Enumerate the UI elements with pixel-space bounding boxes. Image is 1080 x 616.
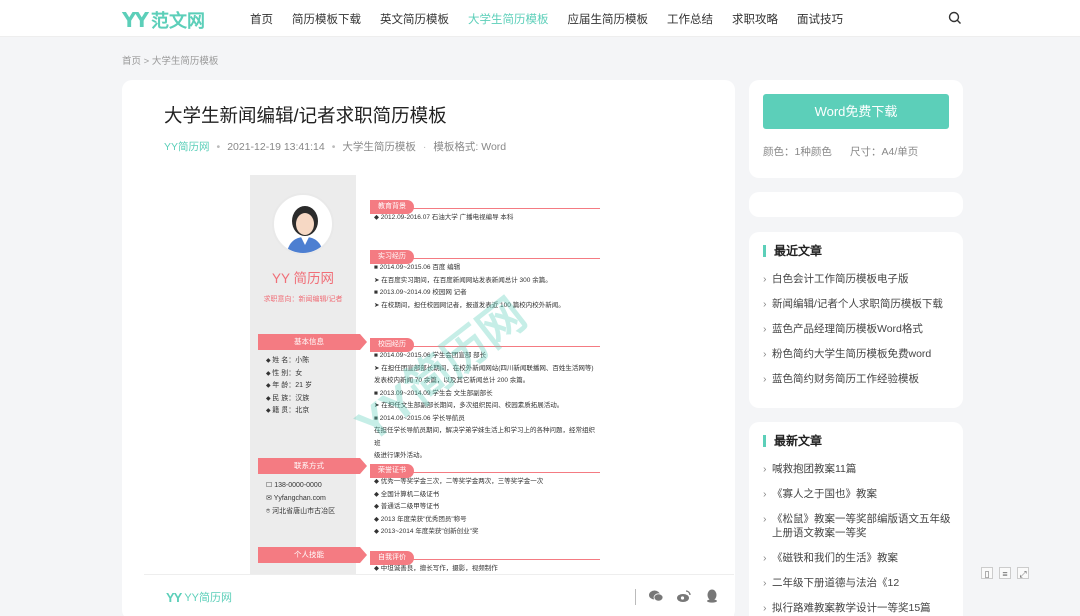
section-line: ◆ 2013 年度荣获"优秀团员"称号	[374, 515, 467, 523]
main-nav: 首页 简历模板下载 英文简历模板 大学生简历模板 应届生简历模板 工作总结 求职…	[250, 0, 862, 37]
latest-articles-card: 最新文章 喊救抱团教案11篇 《寡人之于国也》教案 《松鼠》教案一等奖部编版语文…	[749, 422, 963, 616]
avatar	[272, 193, 334, 255]
section-line: ➤ 在担任团宣部部长期间，在校外新闻网站(四川新闻联播网、百姓生活网等)	[374, 364, 594, 372]
section-line: ◆ 2013~2014 年度荣获"创新创业"奖	[374, 528, 479, 535]
list-item[interactable]: 白色会计工作简历模板电子版	[763, 272, 953, 286]
resume-brand-name: YY 简历网	[271, 271, 334, 286]
resume-label-skills: 个人技能	[258, 547, 367, 563]
meta-site[interactable]: YY简历网	[164, 141, 210, 153]
section-line: 发表校内新闻 70 余篇，以及其它新闻总计 200 余篇。	[374, 377, 530, 384]
divider	[635, 589, 636, 605]
basic-info-line: 籍 贯：北京	[266, 405, 312, 418]
pinyin-icon[interactable]: ≡	[999, 567, 1011, 579]
section-line: 在担任学长导航员期间，解决学弟学妹生活上和学习上的各种问题，经常组织班	[374, 427, 595, 447]
nav-resume-download[interactable]: 简历模板下载	[292, 11, 361, 27]
size-spec: 尺寸：A4/单页	[850, 146, 919, 158]
nav-english-resume[interactable]: 英文简历模板	[380, 11, 449, 27]
section-heading: 实习经历	[370, 250, 414, 264]
word-download-button[interactable]: Word免费下载	[763, 94, 949, 129]
section-heading: 校园经历	[370, 338, 414, 352]
resume-section-campus: 校园经历 ■ 2014.09~2015.06 学生会团宣部 部长 ➤ 在担任团宣…	[370, 333, 600, 463]
list-item[interactable]: 拟行路难教案教学设计一等奖15篇	[763, 601, 953, 615]
breadcrumb[interactable]: 首页 > 大学生简历模板	[122, 53, 218, 67]
logo-mark: YY	[122, 8, 149, 32]
list-item[interactable]: 《松鼠》教案一等奖部编版语文五年级上册语文教案一等奖	[763, 512, 953, 540]
page-icon[interactable]: ▯	[981, 567, 993, 579]
page-title: 大学生新闻编辑/记者求职简历模板	[164, 105, 447, 126]
weibo-icon[interactable]	[676, 588, 692, 604]
bottom-logo-text: YY简历网	[184, 592, 233, 604]
resume-intent: 求职意向：新闻编辑/记者	[263, 296, 343, 303]
nav-job-strategy[interactable]: 求职攻略	[732, 11, 778, 27]
resume-basic-info: 姓 名：小陈 性 别：女 年 龄：21 岁 民 族：汉族 籍 贯：北京	[266, 355, 312, 418]
top-header: YY 范文网 首页 简历模板下载 英文简历模板 大学生简历模板 应届生简历模板 …	[0, 0, 1080, 37]
basic-info-line: 姓 名：小陈	[266, 355, 312, 368]
list-item[interactable]: 蓝色简约财务简历工作经验模板	[763, 372, 953, 386]
bottom-logo[interactable]: YY YY简历网	[166, 589, 232, 605]
section-line: ■ 2013.09~2014.09 学生会 文生部副部长	[374, 389, 493, 397]
resume-section-internship: 实习经历 ■ 2014.09~2015.06 百度 编辑 ➤ 在百度实习期间，在…	[370, 245, 600, 312]
list-item[interactable]: 粉色简约大学生简历模板免费word	[763, 347, 953, 361]
section-heading: 荣誉证书	[370, 464, 414, 478]
color-spec: 颜色：1种颜色	[763, 146, 832, 158]
qq-icon[interactable]	[704, 588, 720, 604]
list-item[interactable]: 《磁铁和我们的生活》教案	[763, 551, 953, 565]
resume-section-certs: 荣誉证书 ◆ 优秀一等奖学金三次，二等奖学金两次，三等奖学金一次 ◆ 全国计算机…	[370, 459, 600, 539]
article-meta: YY简历网 • 2021-12-19 13:41:14 • 大学生简历模板 · 模板格式: …	[164, 141, 507, 153]
section-line: ■ 2013.09~2014.09 校园网 记者	[374, 289, 467, 296]
list-item[interactable]: 新闻编辑/记者个人求职简历模板下载	[763, 297, 953, 311]
list-item[interactable]: 二年级下册道德与法治《12	[763, 576, 953, 590]
contact-email: ✉ Yyfangchan.com	[266, 495, 326, 502]
resume-section-self: 自我评价 ◆ 中坦诚善良，擅长写作，摄影，视频制作	[370, 546, 600, 576]
resume-section-education: 教育背景 ◆ 2012.09-2016.07 石油大学 广播电视编导 本科	[370, 195, 600, 225]
resume-preview: YY 简历网 求职意向：新闻编辑/记者 基本信息 姓 名：小陈 性 别：女 年 …	[250, 175, 600, 616]
section-line: ■ 2014.09~2015.06 学长导航员	[374, 414, 465, 422]
resume-left-column: YY 简历网 求职意向：新闻编辑/记者 基本信息 姓 名：小陈 性 别：女 年 …	[250, 175, 367, 616]
bottom-share-bar: YY YY简历网	[144, 574, 734, 616]
nav-home[interactable]: 首页	[250, 11, 273, 27]
basic-info-line: 民 族：汉族	[266, 393, 312, 406]
floating-tools: ▯ ≡ ⤢	[981, 567, 1035, 579]
resume-label-basic: 基本信息	[258, 334, 367, 350]
latest-articles-title: 最新文章	[763, 435, 822, 447]
section-line: ➤ 在校期间，担任校园网记者，报道发表近 100 篇校内校外新闻。	[374, 301, 565, 309]
bottom-logo-mark: YY	[166, 589, 182, 605]
list-item[interactable]: 《寡人之于国也》教案	[763, 487, 953, 501]
resume-contact: ☐ 138-0000-0000 ✉ Yyfangchan.com ⌾ 河北省唐山…	[266, 479, 335, 518]
section-line: ➤ 在担任文生部副部长期间，多次组织民间、校园素质拓展活动。	[374, 402, 564, 409]
resume-label-contact: 联系方式	[258, 458, 367, 474]
section-heading: 自我评价	[370, 551, 414, 565]
meta-datetime: 2021-12-19 13:41:14	[227, 141, 325, 153]
contact-address: ⌾ 河北省唐山市古冶区	[266, 508, 336, 515]
meta-category[interactable]: 大学生简历模板	[342, 141, 416, 153]
section-line: ◆ 普通话二级甲等证书	[374, 503, 440, 510]
meta-format: 模板格式: Word	[433, 141, 507, 153]
download-card: Word免费下载 颜色：1种颜色 尺寸：A4/单页	[749, 80, 963, 178]
nav-college-resume[interactable]: 大学生简历模板	[468, 11, 549, 27]
basic-info-line: 年 龄：21 岁	[266, 380, 312, 393]
latest-articles-list: 喊救抱团教案11篇 《寡人之于国也》教案 《松鼠》教案一等奖部编版语文五年级上册…	[763, 462, 953, 615]
wechat-icon[interactable]	[648, 588, 664, 604]
recent-articles-title: 最近文章	[763, 245, 822, 257]
search-icon[interactable]	[948, 11, 962, 25]
logo-text: 范文网	[150, 11, 205, 31]
empty-card	[749, 192, 963, 217]
recent-articles-card: 最近文章 白色会计工作简历模板电子版 新闻编辑/记者个人求职简历模板下载 蓝色产…	[749, 232, 963, 408]
contact-phone: ☐ 138-0000-0000	[266, 482, 322, 489]
basic-info-line: 性 别：女	[266, 368, 312, 381]
section-line: ➤ 在百度实习期间，在百度新闻网站发表新闻总计 300 余篇。	[374, 276, 552, 284]
section-line: ◆ 全国计算机二级证书	[374, 490, 440, 498]
site-logo[interactable]: YY 范文网	[122, 7, 205, 33]
section-heading: 教育背景	[370, 200, 414, 214]
recent-articles-list: 白色会计工作简历模板电子版 新闻编辑/记者个人求职简历模板下载 蓝色产品经理简历…	[763, 272, 953, 386]
list-item[interactable]: 喊救抱团教案11篇	[763, 462, 953, 476]
article-card: 大学生新闻编辑/记者求职简历模板 YY简历网 • 2021-12-19 13:41:…	[122, 80, 735, 616]
resume-right-column: 教育背景 ◆ 2012.09-2016.07 石油大学 广播电视编导 本科 实习…	[364, 175, 600, 616]
nav-work-summary[interactable]: 工作总结	[667, 11, 713, 27]
list-item[interactable]: 蓝色产品经理简历模板Word格式	[763, 322, 953, 336]
expand-icon[interactable]: ⤢	[1017, 567, 1029, 579]
nav-interview-tips[interactable]: 面试技巧	[797, 11, 843, 27]
nav-graduate-resume[interactable]: 应届生简历模板	[568, 11, 649, 27]
